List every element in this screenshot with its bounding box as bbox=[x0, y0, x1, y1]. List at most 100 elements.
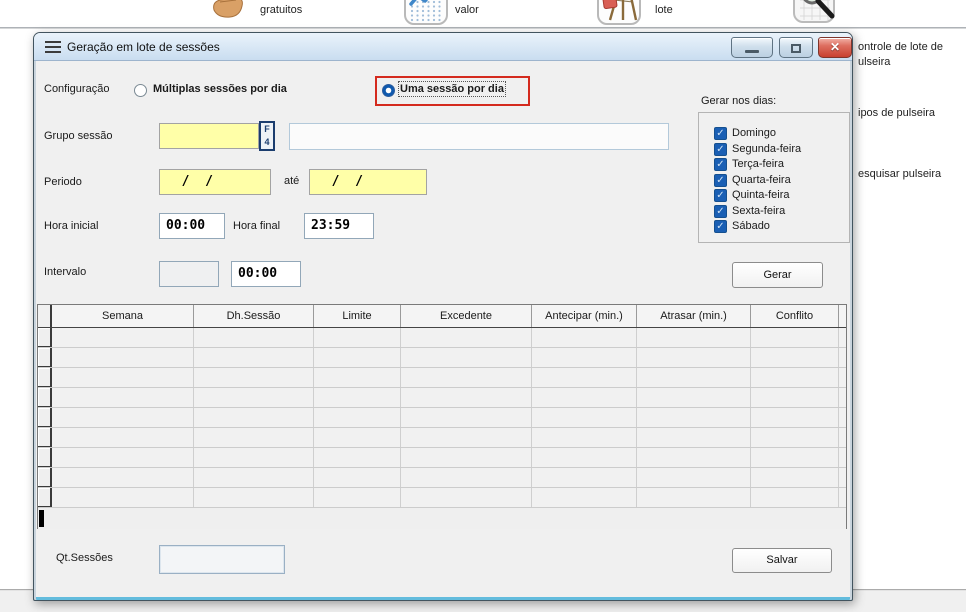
table-cell[interactable] bbox=[532, 468, 637, 487]
table-cell[interactable] bbox=[401, 448, 532, 467]
table-row[interactable] bbox=[38, 488, 846, 508]
checkbox-label[interactable]: Domingo bbox=[732, 127, 776, 139]
table-row[interactable] bbox=[38, 428, 846, 448]
checkbox-sexta-feira[interactable]: ✓ bbox=[714, 205, 727, 218]
table-cell[interactable] bbox=[52, 348, 194, 367]
checkbox-quinta-feira[interactable]: ✓ bbox=[714, 189, 727, 202]
table-cell[interactable] bbox=[314, 468, 401, 487]
periodo-from-input[interactable]: / / bbox=[159, 169, 271, 195]
table-cell[interactable] bbox=[532, 368, 637, 387]
table-cell[interactable] bbox=[52, 328, 194, 347]
row-indicator[interactable] bbox=[38, 408, 52, 427]
table-cell[interactable] bbox=[401, 488, 532, 507]
checkbox-label[interactable]: Terça-feira bbox=[732, 158, 784, 170]
intervalo-input-2[interactable]: 00:00 bbox=[231, 261, 301, 287]
table-cell[interactable] bbox=[751, 468, 839, 487]
grupo-sessao-input[interactable] bbox=[159, 123, 259, 149]
table-cell[interactable] bbox=[637, 428, 751, 447]
checkbox-domingo[interactable]: ✓ bbox=[714, 127, 727, 140]
table-cell[interactable] bbox=[314, 348, 401, 367]
row-indicator[interactable] bbox=[38, 368, 52, 387]
hora-inicial-input[interactable]: 00:00 bbox=[159, 213, 225, 239]
table-cell[interactable] bbox=[637, 348, 751, 367]
table-cell[interactable] bbox=[52, 468, 194, 487]
table-cell[interactable] bbox=[751, 388, 839, 407]
row-indicator[interactable] bbox=[38, 328, 52, 347]
table-cell[interactable] bbox=[194, 368, 314, 387]
menu-icon[interactable] bbox=[45, 41, 61, 53]
checkbox-quarta-feira[interactable]: ✓ bbox=[714, 174, 727, 187]
table-cell[interactable] bbox=[52, 408, 194, 427]
table-cell[interactable] bbox=[314, 448, 401, 467]
checkbox-terça-feira[interactable]: ✓ bbox=[714, 158, 727, 171]
background-menu-item[interactable]: ipos de pulseira bbox=[858, 106, 935, 121]
radio-uma-sessao[interactable] bbox=[382, 84, 395, 97]
table-row[interactable] bbox=[38, 368, 846, 388]
row-indicator[interactable] bbox=[38, 448, 52, 467]
dialog-titlebar[interactable]: Geração em lote de sessões ✕ bbox=[34, 33, 852, 61]
table-cell[interactable] bbox=[532, 388, 637, 407]
magnifier-icon[interactable] bbox=[792, 0, 840, 25]
checkbox-segunda-feira[interactable]: ✓ bbox=[714, 143, 727, 156]
table-cell[interactable] bbox=[52, 448, 194, 467]
salvar-button[interactable]: Salvar bbox=[732, 548, 832, 573]
checkbox-label[interactable]: Quinta-feira bbox=[732, 189, 789, 201]
hora-final-input[interactable]: 23:59 bbox=[304, 213, 374, 239]
grid-column-header[interactable]: Excedente bbox=[401, 305, 532, 327]
table-cell[interactable] bbox=[401, 408, 532, 427]
table-cell[interactable] bbox=[532, 448, 637, 467]
radio-multiplas-sessoes-label[interactable]: Múltiplas sessões por dia bbox=[153, 83, 287, 95]
table-cell[interactable] bbox=[637, 368, 751, 387]
table-cell[interactable] bbox=[637, 388, 751, 407]
background-menu-item[interactable]: esquisar pulseira bbox=[858, 167, 941, 182]
periodo-to-input[interactable]: / / bbox=[309, 169, 427, 195]
table-cell[interactable] bbox=[532, 328, 637, 347]
table-cell[interactable] bbox=[401, 428, 532, 447]
table-cell[interactable] bbox=[751, 488, 839, 507]
table-row[interactable] bbox=[38, 408, 846, 428]
table-row[interactable] bbox=[38, 468, 846, 488]
toolbar-label-gratuitos[interactable]: gratuitos bbox=[260, 4, 302, 16]
close-button[interactable]: ✕ bbox=[818, 37, 852, 58]
row-indicator[interactable] bbox=[38, 348, 52, 367]
table-cell[interactable] bbox=[401, 368, 532, 387]
table-cell[interactable] bbox=[751, 328, 839, 347]
row-indicator[interactable] bbox=[38, 468, 52, 487]
table-cell[interactable] bbox=[194, 388, 314, 407]
table-cell[interactable] bbox=[314, 388, 401, 407]
line-chart-icon[interactable] bbox=[403, 0, 451, 25]
table-cell[interactable] bbox=[401, 328, 532, 347]
table-cell[interactable] bbox=[314, 408, 401, 427]
hand-coins-icon[interactable] bbox=[206, 0, 254, 25]
table-cell[interactable] bbox=[751, 368, 839, 387]
row-indicator[interactable] bbox=[38, 488, 52, 507]
toolbar-label-valor[interactable]: valor bbox=[455, 4, 479, 16]
minimize-button[interactable] bbox=[731, 37, 773, 58]
table-cell[interactable] bbox=[532, 348, 637, 367]
table-cell[interactable] bbox=[401, 388, 532, 407]
checkbox-label[interactable]: Sexta-feira bbox=[732, 205, 785, 217]
table-cell[interactable] bbox=[314, 428, 401, 447]
table-cell[interactable] bbox=[194, 348, 314, 367]
table-row[interactable] bbox=[38, 448, 846, 468]
table-cell[interactable] bbox=[194, 428, 314, 447]
table-cell[interactable] bbox=[637, 408, 751, 427]
row-indicator[interactable] bbox=[38, 388, 52, 407]
grid-column-header[interactable]: Conflito bbox=[751, 305, 839, 327]
checkbox-sábado[interactable]: ✓ bbox=[714, 220, 727, 233]
table-cell[interactable] bbox=[52, 388, 194, 407]
table-cell[interactable] bbox=[532, 408, 637, 427]
table-cell[interactable] bbox=[751, 408, 839, 427]
gerar-button[interactable]: Gerar bbox=[732, 262, 823, 288]
table-cell[interactable] bbox=[532, 428, 637, 447]
table-cell[interactable] bbox=[637, 468, 751, 487]
toolbar-label-lote[interactable]: lote bbox=[655, 4, 673, 16]
table-cell[interactable] bbox=[194, 488, 314, 507]
table-cell[interactable] bbox=[314, 488, 401, 507]
sessions-grid[interactable]: SemanaDh.SessãoLimiteExcedenteAntecipar … bbox=[37, 304, 847, 529]
table-cell[interactable] bbox=[314, 368, 401, 387]
table-row[interactable] bbox=[38, 388, 846, 408]
intervalo-input-1[interactable] bbox=[159, 261, 219, 287]
checkbox-label[interactable]: Quarta-feira bbox=[732, 174, 791, 186]
table-cell[interactable] bbox=[194, 468, 314, 487]
